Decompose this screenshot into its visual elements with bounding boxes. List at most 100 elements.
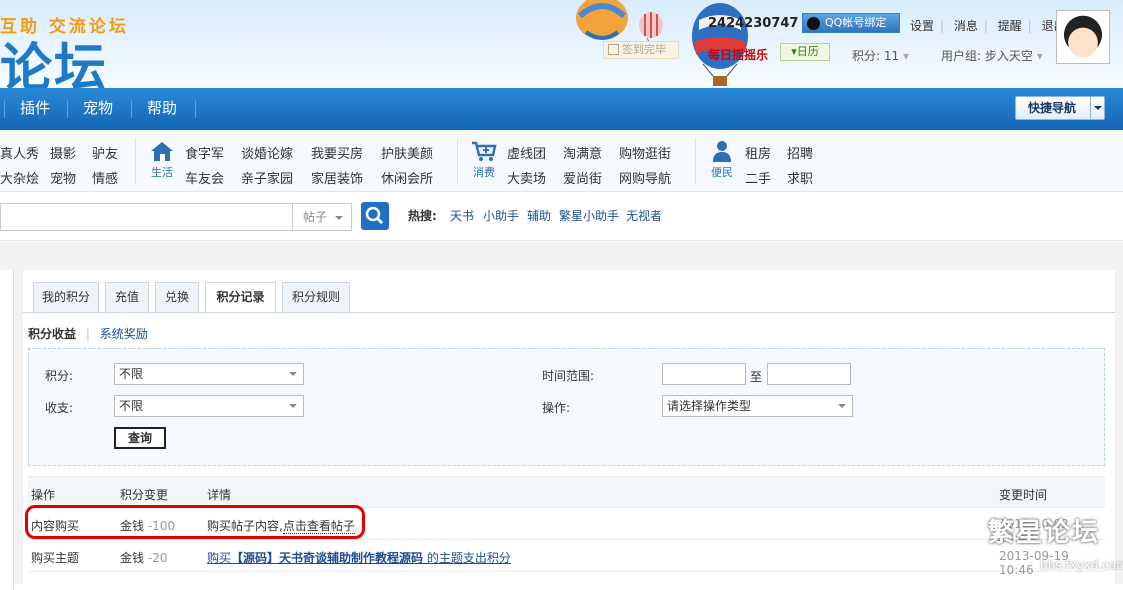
time-start-input[interactable] <box>662 363 746 385</box>
tab-recharge[interactable]: 充值 <box>105 282 149 312</box>
nav-item-help[interactable]: 帮助 <box>147 88 177 130</box>
column-header-time: 变更时间 <box>999 488 1048 502</box>
time-end-input[interactable] <box>767 363 851 385</box>
table-row: 购买主题 金钱 -20 购买【源码】天书奇谈辅助制作教程源码 的主题支出积分 2… <box>28 540 1105 577</box>
tab-credit-log[interactable]: 积分记录 <box>205 282 276 313</box>
inout-filter-label: 收支: <box>45 401 74 415</box>
divider: | <box>983 19 988 33</box>
subnav-link[interactable]: 大杂烩 <box>0 168 39 187</box>
subnav-link[interactable]: 情感 <box>92 168 118 187</box>
subnav-link[interactable]: 驴友 <box>92 143 118 162</box>
balloon-decoration-icon <box>692 3 748 86</box>
daily-lottery-link[interactable]: 每日摇摇乐 <box>708 46 768 63</box>
row-operation: 购买主题 <box>31 551 80 565</box>
chevron-down-icon: ▾ <box>1036 49 1043 63</box>
subnav-link[interactable]: 我要买房 <box>311 143 363 162</box>
hot-search-item[interactable]: 天书 <box>450 207 474 224</box>
hot-search-item[interactable]: 辅助 <box>527 207 551 224</box>
avatar-image <box>1060 14 1106 60</box>
user-id[interactable]: 2424230747 <box>708 16 798 31</box>
row-detail-suffix: 的主题支出积分 <box>423 551 511 565</box>
subnav-link[interactable]: 真人秀 <box>0 143 39 162</box>
house-icon <box>151 142 173 161</box>
credits-dropdown[interactable]: 积分: 11 ▾ <box>852 47 909 64</box>
operation-filter-select[interactable]: 请选择操作类型 <box>662 395 853 417</box>
shopping-category[interactable]: 消费 <box>469 140 499 180</box>
usergroup-label: 用户组: 步入天空 <box>941 49 1033 63</box>
convenience-category[interactable]: 便民 <box>707 140 737 180</box>
divider: | <box>1027 19 1032 33</box>
subnav-link[interactable]: 车友会 <box>185 168 224 187</box>
site-logo[interactable]: 论坛 <box>0 26 108 88</box>
subnav-link[interactable]: 淘满意 <box>563 143 602 162</box>
checkin-icon <box>608 44 619 55</box>
divider: | <box>85 327 90 341</box>
hot-search-item[interactable]: 小助手 <box>483 207 519 224</box>
tab-credit-rules[interactable]: 积分规则 <box>282 282 350 312</box>
row-change: 金钱 -20 <box>120 549 167 566</box>
subtab-income[interactable]: 积分收益 <box>28 327 76 341</box>
calendar-label: 日历 <box>796 45 819 58</box>
search-type-select[interactable]: 帖子 <box>292 203 352 231</box>
subnav-divider <box>135 138 136 184</box>
nav-divider <box>195 100 196 118</box>
tab-exchange[interactable]: 兑换 <box>155 282 199 312</box>
annotation-highlight <box>25 505 365 539</box>
watermark-url: bbs.fxyxd.com <box>1040 558 1123 572</box>
subnav-link[interactable]: 大卖场 <box>507 168 546 187</box>
thread-link[interactable]: 【源码】天书奇谈辅助制作教程源码 <box>231 551 423 565</box>
subnav-link[interactable]: 谈婚论嫁 <box>241 143 293 162</box>
subnav-link[interactable]: 招聘 <box>787 143 813 162</box>
left-sidebar <box>0 270 14 590</box>
subnav-link[interactable]: 网购导航 <box>619 168 671 187</box>
subnav-link[interactable]: 摄影 <box>50 143 76 162</box>
subnav-link[interactable]: 家居装饰 <box>311 168 363 187</box>
shopping-category-label: 消费 <box>473 166 495 179</box>
nav-item-plugins[interactable]: 插件 <box>20 88 50 130</box>
life-category[interactable]: 生活 <box>147 140 177 180</box>
quick-nav-label: 快捷导航 <box>1028 101 1077 115</box>
qq-penguin-icon <box>807 17 820 30</box>
query-button[interactable]: 查询 <box>114 427 166 449</box>
notifications-link[interactable]: 提醒 <box>998 19 1022 33</box>
subtab-system-reward[interactable]: 系统奖励 <box>100 327 148 341</box>
tab-my-credits[interactable]: 我的积分 <box>33 282 99 312</box>
usergroup-dropdown[interactable]: 用户组: 步入天空 ▾ <box>941 47 1043 64</box>
nav-item-pets[interactable]: 宠物 <box>83 88 113 130</box>
hot-search-item[interactable]: 繁星小助手 <box>559 207 619 224</box>
subnav-link[interactable]: 求职 <box>787 168 813 187</box>
settings-link[interactable]: 设置 <box>910 19 934 33</box>
divider: | <box>940 19 945 33</box>
watermark: 繁星论坛 <box>988 518 1101 548</box>
search-button[interactable] <box>361 202 389 230</box>
subnav-link[interactable]: 宠物 <box>50 168 76 187</box>
row-detail-prefix: 购买 <box>207 551 232 565</box>
shopping-cart-icon <box>472 141 497 161</box>
hot-search-label: 热搜: <box>408 209 437 223</box>
subnav-link[interactable]: 亲子家园 <box>241 168 293 187</box>
avatar[interactable] <box>1056 10 1110 64</box>
credit-filter-select[interactable]: 不限 <box>114 363 304 385</box>
life-category-label: 生活 <box>151 166 173 179</box>
checkin-label: 签到完毕 <box>622 43 666 56</box>
subnav-link[interactable]: 爱尚街 <box>563 168 602 187</box>
subnav-link[interactable]: 购物逛街 <box>619 143 671 162</box>
checkin-status-button[interactable]: 签到完毕 <box>603 41 679 59</box>
subnav-link[interactable]: 食字军 <box>185 143 224 162</box>
qq-bind-button[interactable]: QQ帐号绑定 <box>802 13 900 33</box>
search-input[interactable] <box>0 203 292 231</box>
hot-search-item[interactable]: 无视者 <box>626 207 662 224</box>
subnav-link[interactable]: 虚线团 <box>507 143 546 162</box>
credits-label: 积分: 11 <box>852 49 900 63</box>
row-amount: -20 <box>147 551 168 565</box>
calendar-button[interactable]: ▾日历 <box>780 43 830 61</box>
subnav-link[interactable]: 休闲会所 <box>381 168 433 187</box>
nav-divider <box>67 100 68 118</box>
inout-filter-select[interactable]: 不限 <box>114 395 304 417</box>
messages-link[interactable]: 消息 <box>954 19 978 33</box>
subnav-link[interactable]: 租房 <box>745 143 771 162</box>
subnav-link[interactable]: 护肤美颜 <box>381 143 433 162</box>
nav-divider <box>131 100 132 118</box>
quick-nav-button[interactable]: 快捷导航 <box>1015 96 1105 120</box>
subnav-link[interactable]: 二手 <box>745 168 771 187</box>
